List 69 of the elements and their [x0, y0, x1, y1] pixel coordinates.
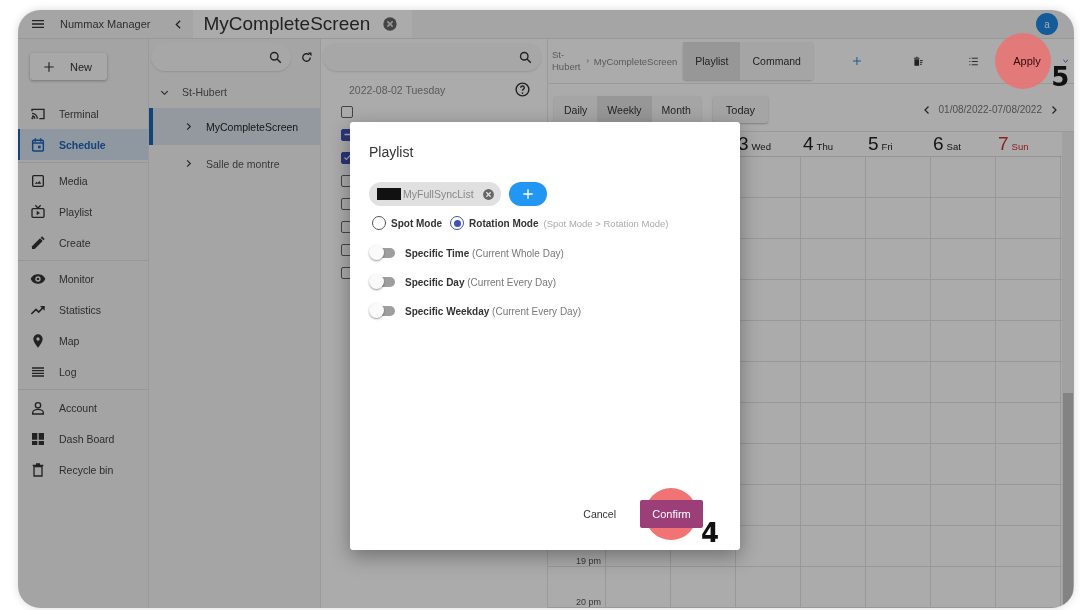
tree-item[interactable]: St-Hubert: [149, 76, 320, 108]
cancel-button[interactable]: Cancel: [577, 507, 622, 521]
mode-tab[interactable]: Command: [740, 42, 813, 80]
nav-item[interactable]: Terminal: [18, 98, 148, 129]
nav-item[interactable]: Monitor: [18, 263, 148, 294]
help-icon[interactable]: [514, 81, 531, 98]
tree-item[interactable]: Salle de montre: [149, 145, 320, 182]
screen-tab[interactable]: MyCompleteScreen: [193, 10, 413, 38]
nav-item[interactable]: Schedule: [18, 129, 148, 160]
map-pin-icon: [30, 332, 46, 349]
apply-button[interactable]: Apply: [1007, 46, 1047, 76]
switch-label[interactable]: Specific Weekday (Current Every Day): [405, 305, 581, 317]
day-header: 7 Sun: [997, 133, 1030, 155]
search-field[interactable]: [323, 43, 541, 71]
breadcrumb-item[interactable]: MyCompleteScreen: [593, 55, 678, 67]
day-header: 6 Sat: [932, 133, 962, 155]
thumbnail-placeholder: [377, 188, 401, 200]
breadcrumb-item[interactable]: St-Hubert: [552, 48, 581, 74]
date-range: 01/08/2022-07/08/2022: [938, 104, 1042, 115]
new-button[interactable]: New: [30, 53, 107, 80]
nav-item[interactable]: Media: [18, 165, 148, 196]
nav-item[interactable]: Dash Board: [18, 423, 148, 454]
image-icon: [30, 172, 46, 189]
person-icon: [30, 399, 46, 416]
mode-tab[interactable]: Playlist: [683, 42, 741, 80]
mode-hint: (Spot Mode > Rotation Mode): [543, 217, 669, 229]
switch-label[interactable]: Specific Time (Current Whole Day): [405, 247, 564, 259]
plus-icon: [42, 59, 56, 74]
search-field[interactable]: [151, 43, 291, 71]
nav-item[interactable]: Playlist: [18, 196, 148, 227]
remove-icon[interactable]: [481, 187, 495, 201]
radio-label[interactable]: Rotation Mode: [469, 217, 539, 229]
chevron-right-icon: [584, 57, 590, 65]
calendar-icon: [30, 136, 46, 153]
tree-item[interactable]: MyCompleteScreen: [149, 108, 320, 145]
confirm-button[interactable]: Confirm: [640, 500, 703, 528]
toggle-switch[interactable]: [369, 247, 395, 259]
nav-item[interactable]: Map: [18, 325, 148, 356]
time-label: 20 pm: [576, 597, 601, 607]
view-tab[interactable]: Daily: [554, 96, 598, 123]
nav-item[interactable]: Log: [18, 356, 148, 387]
toggle-switch[interactable]: [369, 276, 395, 288]
close-icon[interactable]: [382, 16, 399, 32]
view-tab[interactable]: Weekly: [597, 96, 652, 123]
nav-item[interactable]: Account: [18, 392, 148, 423]
nav-item[interactable]: Statistics: [18, 294, 148, 325]
date-label: 2022-08-02 Tuesday: [349, 83, 446, 96]
step-number: 4: [701, 518, 720, 548]
user-avatar[interactable]: a: [1036, 13, 1058, 35]
dialog-title: Playlist: [369, 144, 415, 160]
app-title: Nummax Manager: [60, 18, 151, 30]
tv-icon: [30, 203, 46, 220]
nav-item[interactable]: Create: [18, 227, 148, 258]
day-header: 4 Thu: [802, 133, 834, 155]
today-button[interactable]: Today: [712, 96, 769, 123]
radio-label[interactable]: Spot Mode: [391, 217, 443, 229]
toggle-switch[interactable]: [369, 305, 395, 317]
switch-label[interactable]: Specific Day (Current Every Day): [405, 276, 557, 288]
nav-item[interactable]: Recycle bin: [18, 454, 148, 485]
checkbox[interactable]: [341, 105, 353, 118]
pencil-icon: [30, 234, 46, 251]
dashboard-icon: [30, 430, 46, 447]
step-number: 5: [1051, 62, 1070, 92]
add-button[interactable]: [508, 182, 547, 206]
day-header: 5 Fri: [867, 133, 894, 155]
trash-icon: [30, 461, 46, 478]
search-icon: [518, 49, 533, 65]
time-label: 19 pm: [576, 556, 601, 566]
search-icon: [268, 49, 283, 65]
